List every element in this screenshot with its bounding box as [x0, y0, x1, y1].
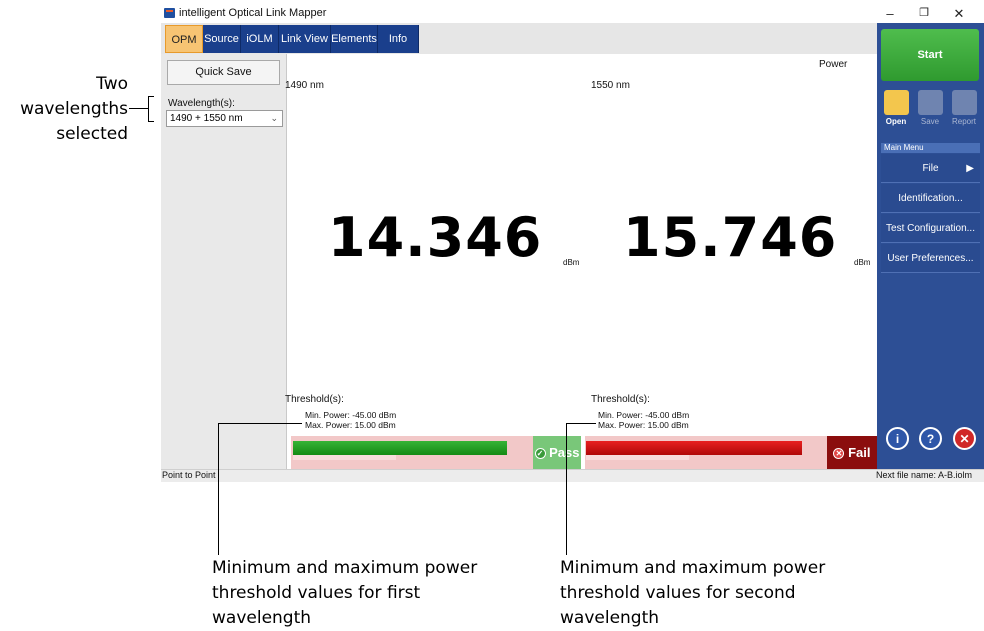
info-icon[interactable]: i: [886, 427, 909, 450]
tab-opm[interactable]: OPM: [165, 25, 203, 53]
channel-1-max-power: Max. Power: 15.00 dBm: [305, 420, 396, 430]
annotation-line: Minimum and maximum power: [560, 558, 826, 578]
status-next-file: Next file name: A-B.iolm: [875, 470, 972, 480]
open-button[interactable]: Open: [881, 90, 911, 126]
channel-2-min-power: Min. Power: -45.00 dBm: [598, 410, 690, 420]
callout-line-1-vertical: [218, 423, 219, 555]
restore-icon[interactable]: ❐: [907, 5, 941, 22]
annotation-second-wavelength: Minimum and maximum power threshold valu…: [560, 556, 825, 631]
exit-icon[interactable]: ✕: [953, 427, 976, 450]
power-label: Power: [819, 59, 848, 70]
report-label: Report: [951, 117, 976, 126]
minimize-icon[interactable]: –: [873, 5, 907, 22]
annotation-first-wavelength: Minimum and maximum power threshold valu…: [212, 556, 477, 631]
channel-2-unit: dBm: [854, 258, 871, 267]
status-bar: Point to Point Next file name: A-B.iolm: [161, 469, 984, 482]
callout-line-2-vertical: [566, 423, 567, 555]
chevron-down-icon: ⌄: [270, 113, 278, 123]
save-button[interactable]: Save: [915, 90, 945, 126]
channel-2-status-text: Fail: [848, 445, 871, 460]
annotation-bracket-bottom: [148, 121, 154, 122]
folder-icon: [883, 90, 909, 115]
wavelength-label: Wavelength(s):: [168, 98, 235, 109]
menu-item-file[interactable]: File ▶: [881, 154, 980, 183]
callout-line-2-horizontal: [566, 423, 596, 424]
left-panel: Quick Save Wavelength(s): 1490 + 1550 nm…: [161, 54, 287, 469]
annotation-callout-line: [129, 108, 148, 109]
wavelength-select[interactable]: 1490 + 1550 nm ⌄: [166, 110, 283, 127]
help-icon[interactable]: ?: [919, 427, 942, 450]
annotation-line: threshold values for second: [560, 583, 796, 603]
report-icon: [951, 90, 977, 115]
tab-source[interactable]: Source: [203, 25, 241, 53]
annotation-line: wavelength: [560, 608, 660, 628]
channel-1-threshold-title: Threshold(s):: [285, 394, 344, 405]
channel-2-thresholds: Min. Power: -45.00 dBm Max. Power: 15.00…: [598, 410, 689, 430]
tab-elements[interactable]: Elements: [331, 25, 378, 53]
channel-1-status-text: Pass: [549, 445, 580, 460]
app-icon: [164, 8, 175, 18]
close-icon[interactable]: ✕: [942, 5, 976, 22]
channel-1-thresholds: Min. Power: -45.00 dBm Max. Power: 15.00…: [305, 410, 396, 430]
save-label: Save: [920, 117, 940, 126]
main-menu-header: Main Menu: [881, 143, 980, 153]
title-bar: intelligent Optical Link Mapper – ❐ ✕: [161, 4, 984, 23]
menu-item-user-preferences[interactable]: User Preferences...: [881, 244, 980, 273]
callout-line-1-horizontal: [218, 423, 302, 424]
save-icon: [917, 90, 943, 115]
channel-2-threshold-title: Threshold(s):: [591, 394, 650, 405]
chevron-right-icon: ▶: [966, 163, 974, 174]
channel-1-wavelength: 1490 nm: [285, 80, 324, 91]
channel-2-power-value: 15.746: [623, 206, 838, 269]
channel-2-status-badge: ✕ Fail: [827, 436, 877, 469]
channel-1-bar-fill: [293, 441, 507, 455]
channel-2-max-power: Max. Power: 15.00 dBm: [598, 420, 689, 430]
power-display: Power 1490 nm 1550 nm 14.346 dBm 15.746 …: [285, 54, 877, 469]
annotation-line: selected: [56, 124, 128, 144]
annotation-line: threshold values for first: [212, 583, 421, 603]
check-icon: ✓: [534, 448, 546, 460]
tab-info[interactable]: Info: [378, 25, 419, 53]
menu-item-test-configuration[interactable]: Test Configuration...: [881, 214, 980, 243]
open-label: Open: [885, 117, 907, 126]
channel-2-bar-fill: [586, 441, 802, 455]
tab-bar: OPM Source iOLM Link View Elements Info: [161, 23, 877, 54]
channel-2-power-bar: [585, 436, 827, 469]
channel-1-bar-range: [293, 455, 396, 460]
annotation-line: wavelengths: [20, 99, 128, 119]
channel-2-bar-range: [586, 455, 689, 460]
status-mode: Point to Point: [162, 470, 216, 480]
tab-link-view[interactable]: Link View: [279, 25, 331, 53]
menu-item-identification[interactable]: Identification...: [881, 184, 980, 213]
right-panel: Start Open Save Report Main Menu File ▶ …: [877, 23, 984, 469]
menu-item-file-label: File: [922, 163, 939, 174]
channel-1-power-value: 14.346: [328, 206, 543, 269]
wavelength-select-value: 1490 + 1550 nm: [170, 113, 243, 124]
annotation-bracket-top: [148, 96, 154, 97]
annotation-line: wavelength: [212, 608, 312, 628]
annotation-line: Two: [96, 74, 128, 94]
quick-save-button[interactable]: Quick Save: [167, 60, 280, 85]
channel-1-min-power: Min. Power: -45.00 dBm: [305, 410, 397, 420]
channel-2-wavelength: 1550 nm: [591, 80, 630, 91]
app-window: intelligent Optical Link Mapper – ❐ ✕ OP…: [161, 4, 984, 482]
channel-1-power-bar: [291, 436, 533, 469]
report-button[interactable]: Report: [949, 90, 979, 126]
annotation-line: Minimum and maximum power: [212, 558, 478, 578]
annotation-bracket: [148, 96, 149, 122]
window-title: intelligent Optical Link Mapper: [179, 7, 327, 19]
start-button[interactable]: Start: [881, 29, 979, 81]
channel-1-status-badge: ✓ Pass: [533, 436, 581, 469]
channel-1-unit: dBm: [563, 258, 580, 267]
fail-icon: ✕: [833, 448, 845, 460]
tab-iolm[interactable]: iOLM: [241, 25, 279, 53]
annotation-wavelengths: Two wavelengths selected: [0, 72, 128, 147]
